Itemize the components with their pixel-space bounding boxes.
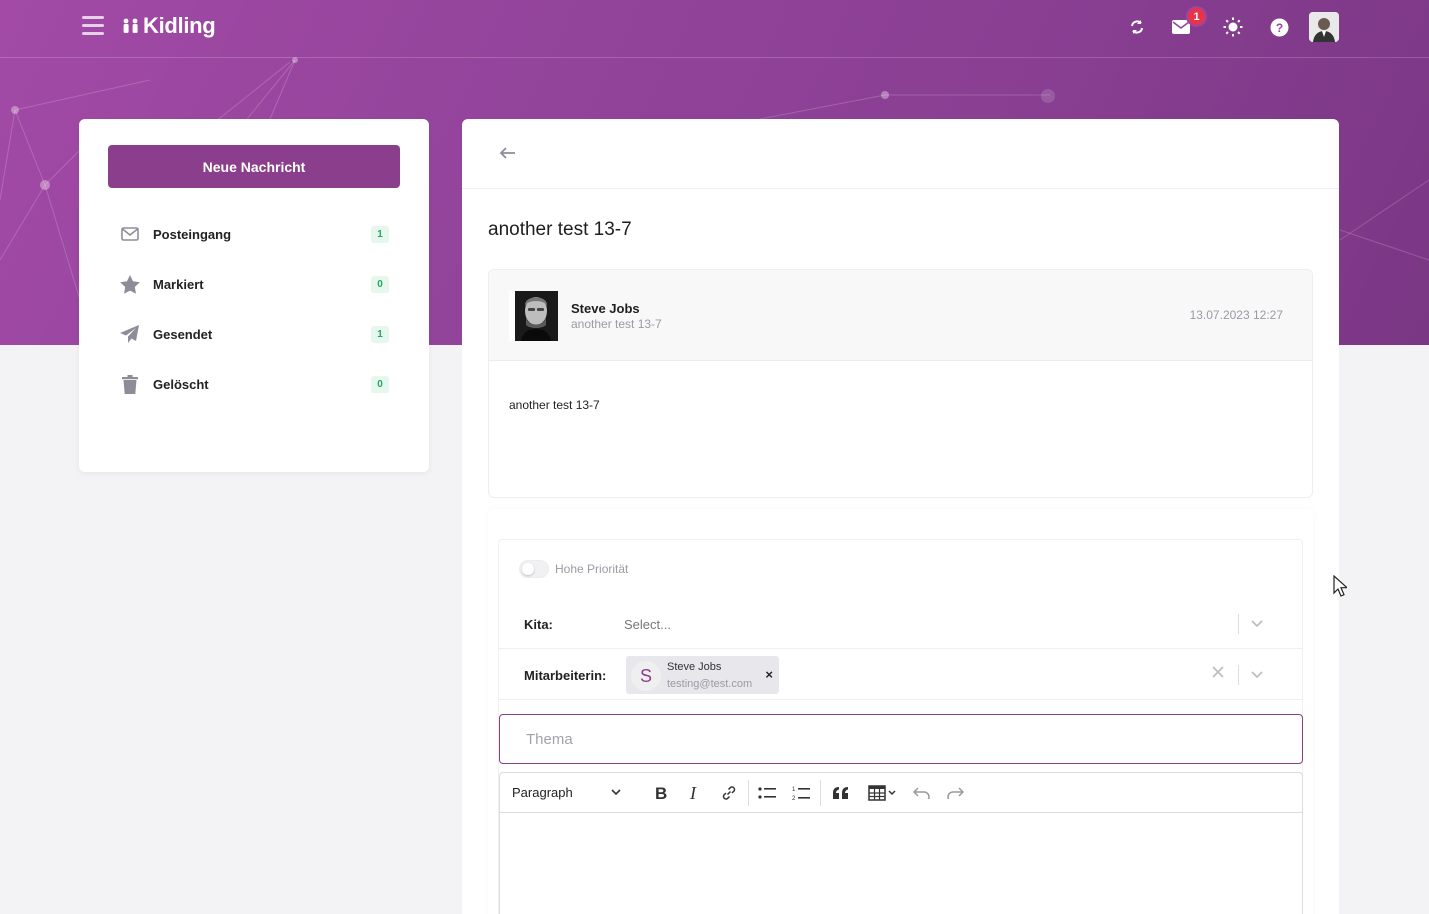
italic-icon[interactable]: I [683, 781, 707, 805]
sidebar-item-label: Posteingang [153, 226, 232, 242]
redo-icon[interactable] [943, 781, 967, 805]
svg-text:?: ? [1275, 21, 1282, 35]
link-icon[interactable] [717, 781, 741, 805]
count-badge: 0 [371, 375, 389, 393]
new-message-button[interactable]: Neue Nachricht [108, 145, 400, 188]
header-divider [462, 188, 1339, 189]
app-logo[interactable]: Kidling [122, 13, 216, 39]
notification-badge: 1 [1186, 6, 1207, 27]
bulleted-list-icon[interactable] [755, 781, 779, 805]
toolbar-separator [748, 780, 749, 806]
undo-icon[interactable] [910, 781, 934, 805]
paragraph-style-dropdown[interactable]: Paragraph [512, 785, 621, 800]
clear-icon[interactable] [1212, 666, 1226, 680]
recipient-chip: S Steve Jobs testing@test.com × [626, 656, 779, 694]
kita-select-row: Kita: Select... [499, 599, 1302, 649]
sidebar-item-trash[interactable]: Gelöscht 0 [119, 369, 389, 399]
recipient-email: testing@test.com [667, 678, 753, 690]
send-icon [119, 323, 141, 345]
message-body: another test 13-7 [509, 398, 600, 412]
message-detail-panel: another test 13-7 Steve Jobs another tes… [462, 119, 1339, 914]
sun-icon[interactable] [1221, 15, 1245, 39]
kita-label: Kita: [524, 617, 553, 632]
paragraph-style-label: Paragraph [512, 785, 573, 800]
toolbar-separator [820, 780, 821, 806]
sender-avatar [509, 291, 558, 341]
svg-text:B: B [655, 785, 667, 801]
logo-family-icon [123, 18, 138, 33]
message-subject: another test 13-7 [488, 219, 632, 240]
sidebar-item-label: Markiert [153, 276, 204, 292]
numbered-list-icon[interactable]: 12 [789, 781, 813, 805]
remove-recipient-icon[interactable]: × [765, 667, 773, 682]
insert-table-icon[interactable] [863, 781, 903, 805]
message-header: Steve Jobs another test 13-7 13.07.2023 … [489, 270, 1312, 361]
sidebar-item-inbox[interactable]: Posteingang 1 [119, 219, 389, 249]
reply-section: Hohe Priorität Kita: Select... Mitarbeit… [488, 509, 1313, 914]
message-date: 13.07.2023 12:27 [1189, 308, 1283, 322]
svg-text:2: 2 [792, 796, 796, 801]
sender-name: Steve Jobs [571, 301, 640, 316]
mouse-cursor-icon [1333, 575, 1347, 597]
rich-text-editor[interactable]: Paragraph B I 1 2 [499, 772, 1303, 914]
priority-label: Hohe Priorität [555, 562, 629, 576]
bold-icon[interactable]: B [649, 781, 673, 805]
help-icon[interactable]: ? [1267, 15, 1291, 39]
sidebar-item-sent[interactable]: Gesendet 1 [119, 319, 389, 349]
top-navbar: Kidling 1 ? [0, 0, 1429, 58]
sidebar-item-starred[interactable]: Markiert 0 [119, 269, 389, 299]
subject-input[interactable] [499, 714, 1303, 764]
menu-icon[interactable] [82, 16, 104, 36]
staff-select-row: Mitarbeiterin: S Steve Jobs testing@test… [499, 650, 1302, 700]
recipient-name: Steve Jobs [667, 661, 722, 673]
editor-toolbar: Paragraph B I 1 2 [500, 773, 1302, 813]
select-separator [1238, 665, 1239, 685]
count-badge: 0 [371, 275, 389, 293]
blockquote-icon[interactable] [829, 781, 853, 805]
kita-select[interactable]: Select... [624, 617, 671, 632]
chevron-down-icon[interactable] [1250, 667, 1264, 681]
refresh-icon[interactable] [1125, 15, 1149, 39]
high-priority-toggle[interactable]: Hohe Priorität [519, 560, 628, 578]
star-icon [119, 273, 141, 295]
app-name: Kidling [143, 13, 216, 38]
user-avatar[interactable] [1309, 12, 1339, 42]
toggle-switch[interactable] [519, 560, 549, 578]
recipient-initial-avatar: S [631, 661, 661, 691]
staff-label: Mitarbeiterin: [524, 668, 607, 683]
chevron-down-icon [611, 789, 621, 796]
sidebar-item-label: Gelöscht [153, 376, 209, 392]
svg-text:I: I [689, 785, 697, 801]
back-arrow-icon[interactable] [498, 143, 518, 163]
select-separator [1238, 614, 1239, 634]
reply-form: Hohe Priorität Kita: Select... Mitarbeit… [498, 539, 1303, 914]
svg-text:1: 1 [792, 787, 796, 793]
count-badge: 1 [371, 225, 389, 243]
message-preview: another test 13-7 [571, 317, 662, 331]
inbox-icon [119, 223, 141, 245]
message-card: Steve Jobs another test 13-7 13.07.2023 … [488, 269, 1313, 498]
sidebar-item-label: Gesendet [153, 326, 213, 342]
mailbox-sidebar: Neue Nachricht Posteingang 1 Markiert 0 … [79, 119, 429, 472]
count-badge: 1 [371, 325, 389, 343]
trash-icon [119, 373, 141, 395]
chevron-down-icon[interactable] [1250, 616, 1264, 630]
